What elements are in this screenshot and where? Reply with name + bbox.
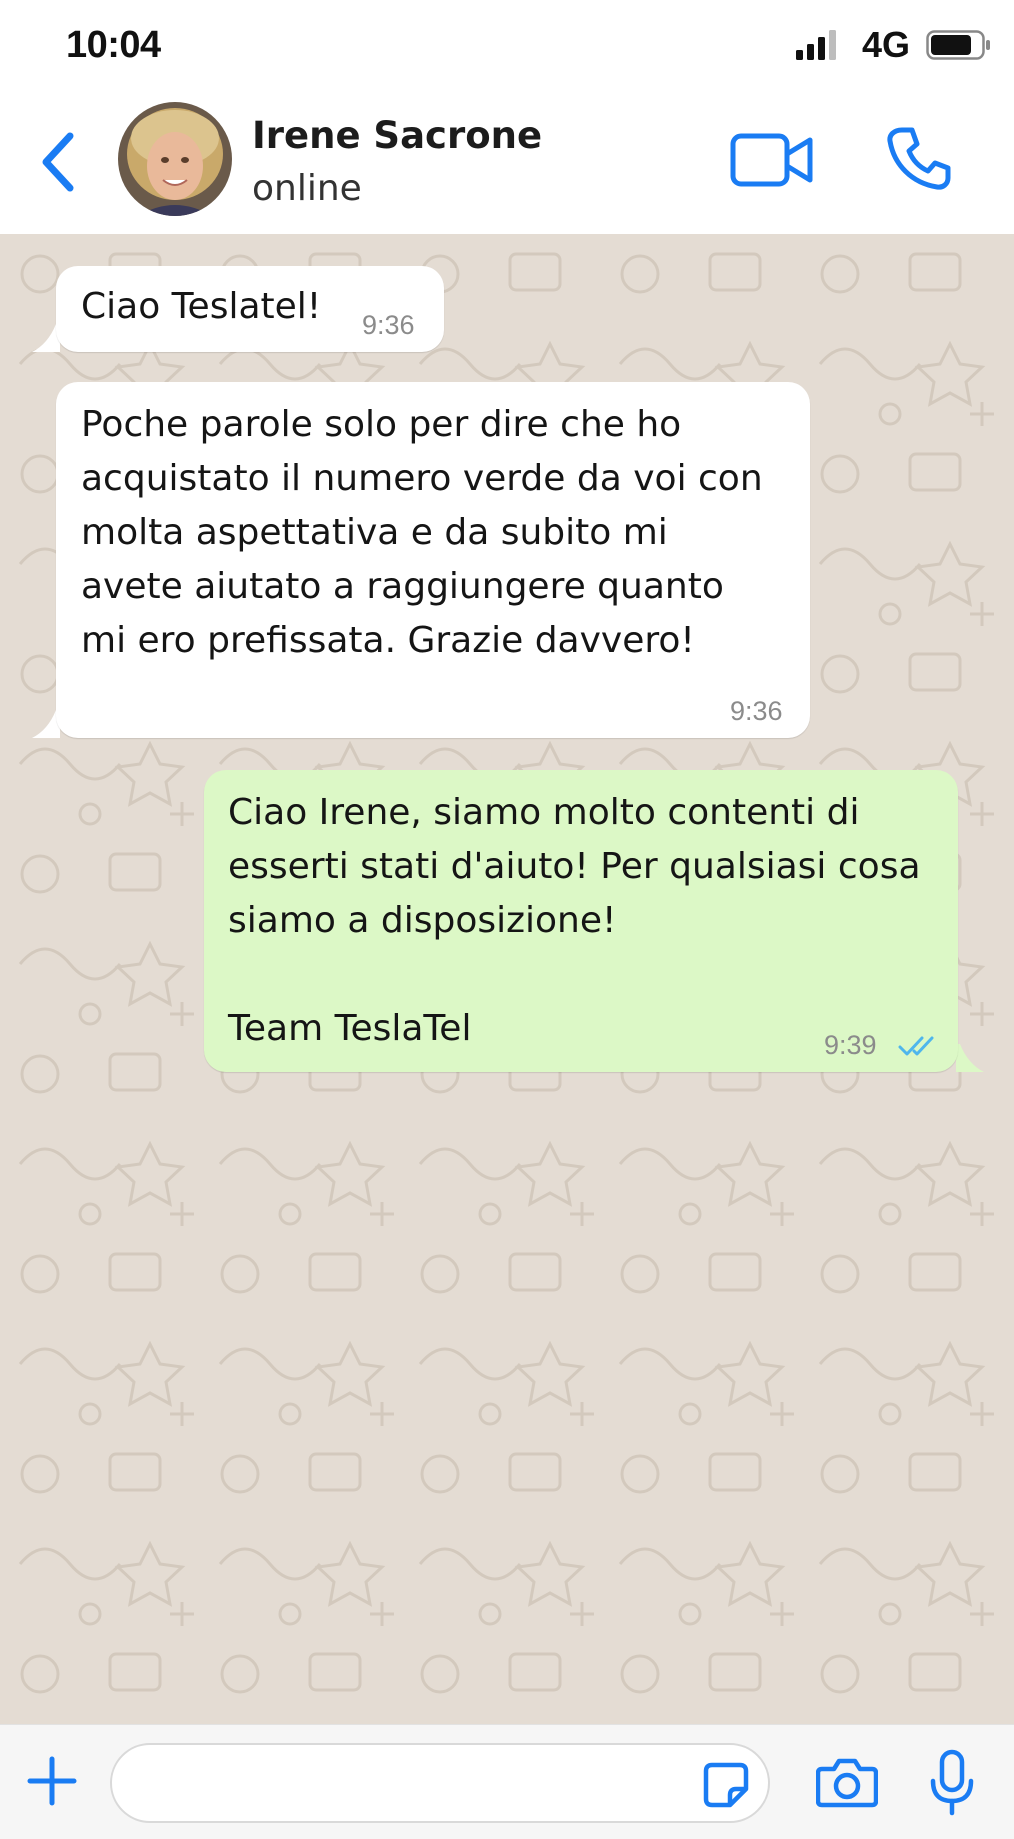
video-call-icon[interactable] bbox=[730, 130, 814, 190]
avatar[interactable] bbox=[118, 102, 232, 216]
status-time: 10:04 bbox=[66, 24, 161, 66]
read-receipt-icon bbox=[898, 1036, 934, 1056]
message-time: 9:36 bbox=[362, 310, 415, 340]
chat-area[interactable]: Ciao Teslatel! 9:36 Poche parole solo pe… bbox=[0, 234, 1014, 1724]
message-time: 9:39 bbox=[824, 1030, 877, 1060]
camera-icon[interactable] bbox=[816, 1757, 878, 1809]
message-bubble-incoming[interactable]: Ciao Teslatel! 9:36 bbox=[56, 266, 444, 352]
avatar-image bbox=[118, 102, 232, 216]
bubble-tail bbox=[956, 1044, 984, 1072]
sticker-icon[interactable] bbox=[702, 1761, 750, 1809]
message-text: Poche parole solo per dire che ho acquis… bbox=[81, 404, 763, 661]
plus-icon[interactable] bbox=[26, 1755, 78, 1807]
network-type: 4G bbox=[862, 24, 911, 65]
message-bubble-incoming[interactable]: Poche parole solo per dire che ho acquis… bbox=[56, 382, 810, 738]
message-text: Ciao Irene, siamo molto contenti di esse… bbox=[228, 792, 921, 1049]
message-composer bbox=[0, 1724, 1014, 1839]
message-bubble-outgoing[interactable]: Ciao Irene, siamo molto contenti di esse… bbox=[204, 770, 958, 1072]
message-time: 9:36 bbox=[730, 696, 783, 726]
back-chevron-icon[interactable] bbox=[36, 128, 80, 196]
chat-header: Irene Sacrone online bbox=[0, 90, 1014, 234]
message-text: Ciao Teslatel! bbox=[81, 286, 322, 327]
contact-status: online bbox=[252, 168, 362, 209]
message-input[interactable] bbox=[110, 1743, 770, 1823]
signal-bars-icon bbox=[796, 30, 836, 60]
status-bar: 10:04 4G bbox=[0, 0, 1014, 90]
battery-icon bbox=[926, 30, 990, 60]
contact-name[interactable]: Irene Sacrone bbox=[252, 114, 542, 157]
microphone-icon[interactable] bbox=[928, 1749, 976, 1817]
voice-call-icon[interactable] bbox=[884, 124, 954, 194]
